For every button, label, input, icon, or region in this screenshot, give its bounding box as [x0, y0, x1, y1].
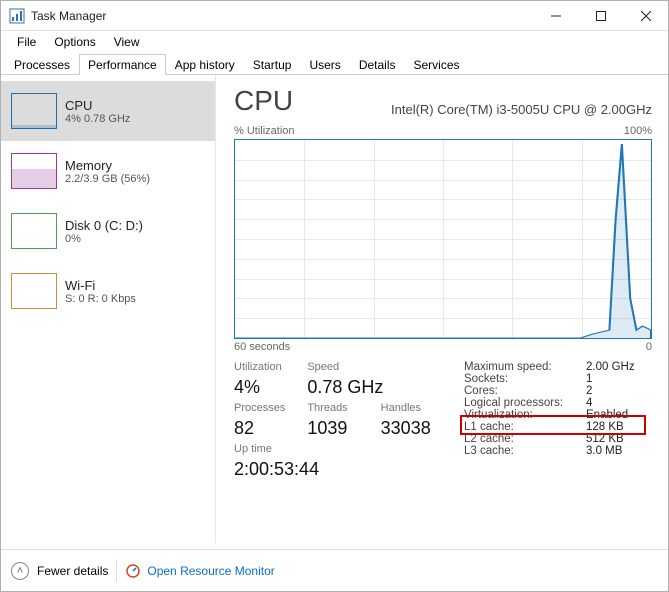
value-uptime: 2:00:53:44 — [234, 459, 444, 480]
window-title: Task Manager — [31, 9, 106, 23]
sidebar-memory-label: Memory — [65, 158, 150, 173]
sidebar-wifi-sub: S: 0 R: 0 Kbps — [65, 293, 136, 305]
app-icon — [9, 8, 25, 24]
label-threads: Threads — [307, 402, 370, 414]
menu-options[interactable]: Options — [46, 33, 103, 51]
sidebar-item-wifi[interactable]: Wi-Fi S: 0 R: 0 Kbps — [1, 261, 215, 321]
label-cores: Cores: — [464, 385, 586, 397]
chart-ymax: 100% — [624, 125, 652, 137]
chart-ylabel: % Utilization — [234, 125, 295, 137]
tab-processes[interactable]: Processes — [5, 54, 79, 75]
tab-details[interactable]: Details — [350, 54, 405, 75]
value-processes: 82 — [234, 418, 297, 439]
tab-startup[interactable]: Startup — [244, 54, 301, 75]
label-utilization: Utilization — [234, 361, 297, 373]
label-handles: Handles — [381, 402, 444, 414]
chart-xmin: 60 seconds — [234, 341, 290, 353]
maximize-button[interactable] — [578, 1, 623, 31]
sidebar-cpu-sub: 4% 0.78 GHz — [65, 113, 130, 125]
tab-users[interactable]: Users — [300, 54, 349, 75]
label-l3: L3 cache: — [464, 445, 586, 457]
value-sockets: 1 — [586, 373, 592, 385]
resource-monitor-icon — [125, 563, 141, 579]
menu-file[interactable]: File — [9, 33, 44, 51]
sidebar-cpu-label: CPU — [65, 98, 130, 113]
fewer-details-button[interactable]: Fewer details — [37, 564, 108, 578]
label-logical: Logical processors: — [464, 397, 586, 409]
value-maxspeed: 2.00 GHz — [586, 361, 635, 373]
label-uptime: Up time — [234, 443, 444, 455]
open-resource-monitor-link[interactable]: Open Resource Monitor — [125, 563, 274, 579]
chart-xmax: 0 — [646, 341, 652, 353]
divider — [116, 560, 117, 582]
disk-thumb-icon — [11, 213, 57, 249]
sidebar-wifi-label: Wi-Fi — [65, 278, 136, 293]
sidebar-item-memory[interactable]: Memory 2.2/3.9 GB (56%) — [1, 141, 215, 201]
minimize-button[interactable] — [533, 1, 578, 31]
open-resource-monitor-label: Open Resource Monitor — [147, 564, 274, 578]
sidebar-memory-sub: 2.2/3.9 GB (56%) — [65, 173, 150, 185]
tab-app-history[interactable]: App history — [166, 54, 244, 75]
close-button[interactable] — [623, 1, 668, 31]
utilization-chart — [234, 139, 652, 339]
label-maxspeed: Maximum speed: — [464, 361, 586, 373]
value-threads: 1039 — [307, 418, 370, 439]
virtualization-highlight — [460, 415, 646, 435]
sidebar-disk-label: Disk 0 (C: D:) — [65, 218, 143, 233]
wifi-thumb-icon — [11, 273, 57, 309]
tab-performance[interactable]: Performance — [79, 54, 166, 75]
sidebar-disk-sub: 0% — [65, 233, 143, 245]
value-handles: 33038 — [381, 418, 444, 439]
cpu-model: Intel(R) Core(TM) i3-5005U CPU @ 2.00GHz — [391, 102, 652, 117]
sidebar-item-disk[interactable]: Disk 0 (C: D:) 0% — [1, 201, 215, 261]
sidebar-item-cpu[interactable]: CPU 4% 0.78 GHz — [1, 81, 215, 141]
chevron-up-icon: ˄ — [11, 562, 29, 580]
value-speed: 0.78 GHz — [307, 377, 444, 398]
value-utilization: 4% — [234, 377, 297, 398]
label-sockets: Sockets: — [464, 373, 586, 385]
label-speed: Speed — [307, 361, 370, 373]
label-processes: Processes — [234, 402, 297, 414]
memory-thumb-icon — [11, 153, 57, 189]
value-logical: 4 — [586, 397, 592, 409]
page-title: CPU — [234, 85, 293, 117]
cpu-thumb-icon — [11, 93, 57, 129]
value-l3: 3.0 MB — [586, 445, 622, 457]
value-cores: 2 — [586, 385, 592, 397]
tab-services[interactable]: Services — [405, 54, 469, 75]
menu-view[interactable]: View — [106, 33, 148, 51]
